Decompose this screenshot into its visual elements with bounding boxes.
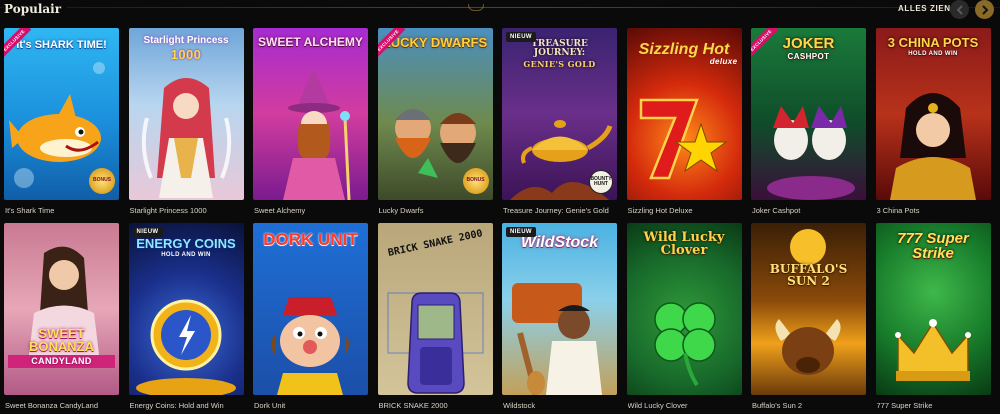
game-logo: SWEET ALCHEMY bbox=[258, 35, 363, 49]
bounty-hunt-badge: BOUNTY HUNT bbox=[589, 170, 613, 194]
witch-illustration bbox=[283, 68, 351, 200]
game-thumbnail[interactable]: SWEET BONANZA CANDYLAND bbox=[4, 223, 119, 395]
game-card-buffalos-sun-2[interactable]: BUFFALO'S SUN 2 Buffalo's Sun 2 bbox=[751, 223, 866, 414]
game-title[interactable]: Energy Coins: Hold and Win bbox=[130, 401, 244, 410]
game-logo: It's SHARK TIME! bbox=[16, 39, 107, 51]
game-logo-subtext: CASHPOT bbox=[787, 52, 830, 61]
chevron-right-icon bbox=[981, 4, 988, 15]
game-thumbnail[interactable]: WildStock NIEUW bbox=[502, 223, 617, 395]
game-logo: Sizzling Hot deluxe bbox=[631, 42, 738, 66]
game-title[interactable]: Starlight Princess 1000 bbox=[130, 206, 244, 215]
game-logo-text: ENERGY COINS bbox=[136, 236, 236, 251]
game-thumbnail[interactable]: TREASURE JOURNEY: GENIE'S GOLD NIEUW BOU… bbox=[502, 28, 617, 200]
game-logo-subtext: 1000 bbox=[170, 47, 202, 62]
game-thumbnail[interactable]: ENERGY COINS HOLD AND WIN NIEUW bbox=[128, 223, 244, 395]
game-logo: 777 Super Strike bbox=[897, 230, 969, 262]
game-thumbnail[interactable]: BRICK SNAKE 2000 bbox=[377, 223, 493, 395]
game-thumbnail[interactable]: Wild Lucky Clover bbox=[626, 223, 742, 395]
game-card-energy-coins[interactable]: ENERGY COINS HOLD AND WIN NIEUW Energy C… bbox=[128, 223, 244, 414]
game-logo-text: Starlight Princess bbox=[143, 35, 229, 46]
game-title[interactable]: Treasure Journey: Genie's Gold bbox=[503, 206, 617, 215]
game-logo: JOKER CASHPOT bbox=[755, 36, 862, 61]
game-card-dork-unit[interactable]: DORK UNIT Dork Unit bbox=[253, 223, 368, 414]
game-logo-text: JOKER bbox=[782, 35, 835, 52]
game-card-starlight-princess-1000[interactable]: Starlight Princess 1000 Starlight Prince… bbox=[128, 28, 244, 219]
game-card-lucky-dwarfs[interactable]: LUCKY DWARFS EXCLUSIVE BONUS Lucky Dwarf… bbox=[377, 28, 493, 219]
carousel-prev-button[interactable] bbox=[950, 0, 969, 19]
game-thumbnail[interactable]: LUCKY DWARFS EXCLUSIVE BONUS bbox=[377, 28, 493, 200]
new-badge: NIEUW bbox=[132, 227, 163, 237]
game-title[interactable]: Wildstock bbox=[503, 401, 617, 410]
game-thumbnail[interactable]: Starlight Princess 1000 bbox=[128, 28, 244, 200]
new-badge: NIEUW bbox=[506, 32, 536, 42]
game-thumbnail[interactable]: 3 CHINA POTS HOLD AND WIN bbox=[875, 28, 991, 200]
game-title[interactable]: Lucky Dwarfs bbox=[379, 206, 493, 215]
game-card-sweet-bonanza-candyland[interactable]: SWEET BONANZA CANDYLAND Sweet Bonanza Ca… bbox=[4, 223, 119, 414]
game-title[interactable]: Sweet Bonanza CandyLand bbox=[5, 401, 119, 410]
game-thumbnail[interactable]: SWEET ALCHEMY bbox=[253, 28, 368, 200]
game-title[interactable]: Buffalo's Sun 2 bbox=[752, 401, 866, 410]
section-title: Populair bbox=[4, 2, 68, 16]
game-title[interactable]: 777 Super Strike bbox=[877, 401, 991, 410]
game-logo-subtext: deluxe bbox=[709, 57, 738, 66]
game-title[interactable]: Dork Unit bbox=[254, 401, 368, 410]
game-thumbnail[interactable]: BUFFALO'S SUN 2 bbox=[751, 223, 866, 395]
chevron-left-icon bbox=[956, 4, 963, 15]
header-divider bbox=[0, 7, 1000, 8]
game-logo: Wild Lucky Clover bbox=[643, 230, 725, 258]
game-logo-subtext: HOLD AND WIN bbox=[908, 51, 958, 57]
game-logo: Starlight Princess 1000 bbox=[133, 35, 240, 62]
game-thumbnail[interactable]: Sizzling Hot deluxe bbox=[626, 28, 742, 200]
game-logo: BUFFALO'S SUN 2 bbox=[769, 262, 848, 288]
game-logo: LUCKY DWARFS bbox=[382, 35, 488, 50]
game-card-joker-cashpot[interactable]: JOKER CASHPOT EXCLUSIVE Joker Cashpot bbox=[751, 28, 866, 219]
game-logo: WildStock bbox=[520, 234, 599, 251]
game-logo: TREASURE JOURNEY: GENIE'S GOLD bbox=[506, 39, 613, 69]
game-logo: ENERGY COINS HOLD AND WIN bbox=[133, 237, 240, 258]
game-card-sizzling-hot-deluxe[interactable]: Sizzling Hot deluxe Sizzling Hot Deluxe bbox=[626, 28, 742, 219]
game-logo-subtext: GENIE'S GOLD bbox=[523, 59, 596, 69]
game-card-treasure-journey[interactable]: TREASURE JOURNEY: GENIE'S GOLD NIEUW BOU… bbox=[502, 28, 617, 219]
game-logo-text: TREASURE JOURNEY: bbox=[531, 39, 588, 58]
game-title[interactable]: Wild Lucky Clover bbox=[628, 401, 742, 410]
bonus-badge: BONUS bbox=[89, 168, 115, 194]
game-title[interactable]: BRICK SNAKE 2000 bbox=[379, 401, 493, 410]
game-title[interactable]: Sweet Alchemy bbox=[254, 206, 368, 215]
game-card-wildstock[interactable]: WildStock NIEUW Wildstock bbox=[502, 223, 617, 414]
new-badge: NIEUW bbox=[506, 227, 536, 237]
game-card-3-china-pots[interactable]: 3 CHINA POTS HOLD AND WIN 3 China Pots bbox=[875, 28, 991, 219]
presenter-illustration bbox=[28, 246, 100, 363]
game-card-777-super-strike[interactable]: 777 Super Strike 777 Super Strike bbox=[875, 223, 991, 414]
carousel-next-button[interactable] bbox=[975, 0, 994, 19]
game-logo-text: SWEET BONANZA bbox=[29, 326, 94, 354]
game-card-brick-snake-2000[interactable]: BRICK SNAKE 2000 BRICK SNAKE 2000 bbox=[377, 223, 493, 414]
game-thumbnail[interactable]: DORK UNIT bbox=[253, 223, 368, 395]
game-card-wild-lucky-clover[interactable]: Wild Lucky Clover Wild Lucky Clover bbox=[626, 223, 742, 414]
game-grid: It's SHARK TIME! EXCLUSIVE BONUS It's Sh… bbox=[4, 28, 996, 414]
game-logo-subtext: CANDYLAND bbox=[8, 355, 115, 368]
game-title[interactable]: Sizzling Hot Deluxe bbox=[628, 206, 742, 215]
game-thumbnail[interactable]: It's SHARK TIME! EXCLUSIVE BONUS bbox=[4, 28, 119, 200]
game-logo-text: 3 CHINA POTS bbox=[887, 35, 979, 50]
game-title[interactable]: It's Shark Time bbox=[5, 206, 119, 215]
see-all-link[interactable]: ALLES ZIEN bbox=[898, 4, 951, 13]
game-logo: SWEET BONANZA CANDYLAND bbox=[8, 327, 115, 368]
game-title[interactable]: 3 China Pots bbox=[877, 206, 991, 215]
game-logo: 3 CHINA POTS HOLD AND WIN bbox=[880, 36, 987, 57]
game-logo-text: Sizzling Hot bbox=[638, 41, 730, 58]
header-divider-ornament bbox=[468, 4, 484, 11]
game-thumbnail[interactable]: JOKER CASHPOT EXCLUSIVE bbox=[751, 28, 866, 200]
buffalo-illustration bbox=[775, 229, 841, 375]
game-logo-subtext: HOLD AND WIN bbox=[161, 252, 211, 258]
game-logo: DORK UNIT bbox=[263, 230, 358, 249]
game-card-its-shark-time[interactable]: It's SHARK TIME! EXCLUSIVE BONUS It's Sh… bbox=[4, 28, 119, 219]
game-card-sweet-alchemy[interactable]: SWEET ALCHEMY Sweet Alchemy bbox=[253, 28, 368, 219]
bonus-badge: BONUS bbox=[462, 168, 489, 194]
game-thumbnail[interactable]: 777 Super Strike bbox=[875, 223, 991, 395]
game-title[interactable]: Joker Cashpot bbox=[752, 206, 866, 215]
